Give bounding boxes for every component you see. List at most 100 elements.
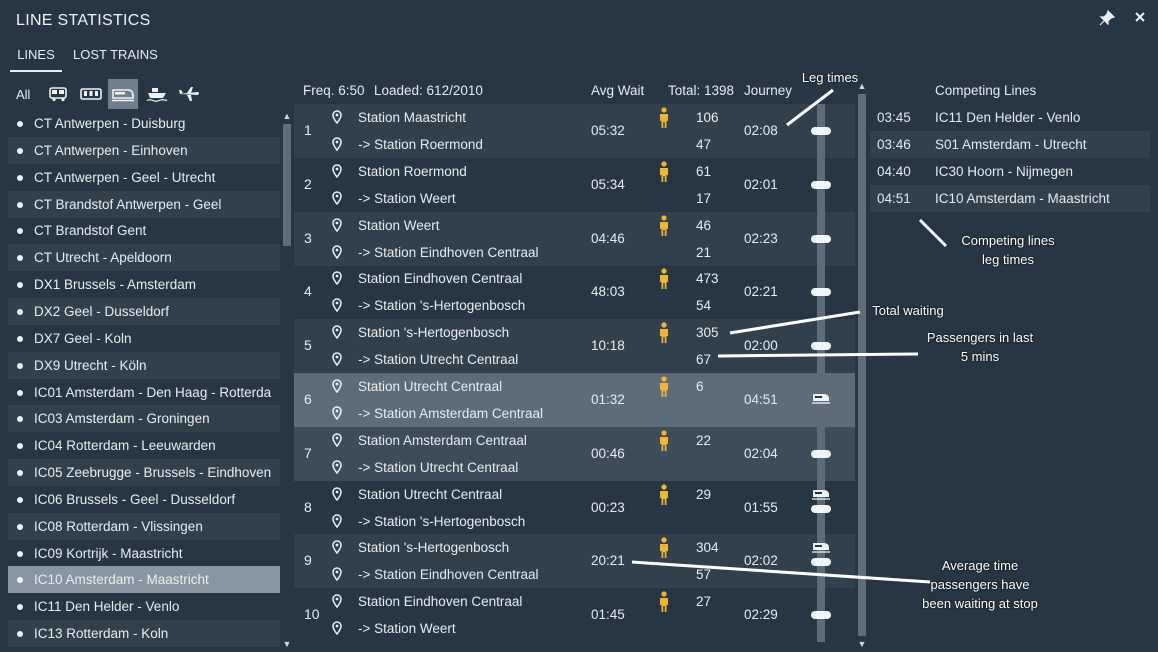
line-name: IC03 Amsterdam - Groningen [34, 411, 210, 427]
line-item[interactable]: CT Brandstof Gent [8, 217, 280, 244]
line-item[interactable]: IC06 Brussels - Geel - Dusseldorf [8, 486, 280, 513]
total-waiting-value: 106 [696, 110, 719, 125]
bullet-icon [17, 389, 23, 396]
stop-to: -> Station Eindhoven Centraal [358, 244, 539, 260]
avg-wait-value: 01:32 [591, 392, 625, 407]
stop-row[interactable]: 9 Station 's-Hertogenbosch -> Station Eind… [294, 534, 855, 589]
line-item[interactable]: DX1 Brussels - Amsterdam [8, 271, 280, 298]
train-icon[interactable] [108, 79, 138, 109]
competing-line-row[interactable]: 04:51 IC10 Amsterdam - Maastricht [870, 185, 1150, 212]
stop-from: Station Utrecht Centraal [358, 379, 503, 394]
avg-wait-value: 05:34 [591, 176, 625, 192]
line-name: IC13 Rotterdam - Koln [34, 626, 169, 642]
annotation-avg-2: passengers have [930, 577, 1030, 592]
journey-time-value: 02:23 [744, 230, 778, 246]
plane-icon[interactable] [174, 79, 204, 109]
stop-number: 9 [304, 552, 312, 569]
avg-wait-value: 01:45 [591, 607, 625, 623]
stop-from: Station Roermond [358, 163, 467, 179]
scroll-up-icon[interactable]: ▲ [281, 110, 293, 122]
competing-line-row[interactable]: 03:46 S01 Amsterdam - Utrecht [870, 131, 1150, 158]
line-item[interactable]: DX7 Geel - Koln [8, 325, 280, 352]
annotation-recent-2: 5 mins [960, 349, 1000, 364]
train-icon [812, 391, 830, 404]
stop-row[interactable]: 1 Station Maastricht -> Station Roermond 05… [294, 104, 855, 158]
journey-time-value: 02:08 [744, 123, 778, 138]
line-item[interactable]: CT Antwerpen - Einhoven [8, 136, 280, 164]
line-name: CT Antwerpen - Geel - Utrecht [34, 169, 216, 185]
total-waiting-value: 29 [696, 486, 712, 502]
stop-row[interactable]: 8 Station Utrecht Centraal -> Station 's-H… [294, 480, 855, 535]
filter-all[interactable]: All [16, 87, 30, 102]
bus-icon[interactable] [44, 79, 74, 109]
location-pin-icon [332, 379, 342, 394]
stop-to: -> Station Roermond [358, 137, 483, 152]
tram-icon[interactable] [76, 79, 106, 109]
line-statistics-window: LINE STATISTICS LINES LOST TRAINS All CT… [0, 0, 1158, 652]
line-item[interactable]: IC08 Rotterdam - Vlissingen [8, 512, 280, 540]
line-item[interactable]: IC13 Rotterdam - Koln [8, 620, 280, 648]
location-pin-icon [332, 110, 342, 125]
line-item[interactable]: DX9 Utrecht - Köln [8, 351, 280, 379]
stop-to: -> Station Amsterdam Centraal [358, 406, 543, 421]
bullet-icon [17, 255, 23, 262]
stop-row[interactable]: 3 Station Weert -> Station Eindhoven Centr… [294, 211, 855, 266]
stop-number: 8 [304, 498, 312, 515]
stop-row[interactable]: 6 Station Utrecht Centraal -> Station Amst… [294, 373, 855, 427]
total-header: Total: 1398 [668, 83, 735, 98]
bullet-icon [17, 362, 23, 369]
competing-line-row[interactable]: 03:45 IC11 Den Helder - Venlo [870, 104, 1150, 131]
line-item[interactable]: IC05 Zeebrugge - Brussels - Eindhoven [8, 459, 280, 487]
scroll-down-icon[interactable]: ▼ [856, 638, 868, 650]
scrollbar-thumb[interactable] [858, 94, 866, 636]
stop-from: Station 's-Hertogenbosch [358, 540, 510, 556]
window-title: LINE STATISTICS [16, 12, 151, 29]
line-item[interactable]: IC01 Amsterdam - Den Haag - Rotterda [8, 379, 280, 406]
line-item[interactable]: CT Brandstof Antwerpen - Geel [8, 190, 280, 218]
close-icon[interactable] [1130, 10, 1150, 30]
avg-wait-value: 10:18 [591, 338, 625, 354]
bullet-icon [17, 335, 23, 342]
location-pin-icon [332, 352, 342, 367]
stop-row[interactable]: 10 Station Eindhoven Centraal -> Station W… [294, 588, 855, 643]
stop-to: -> Station Utrecht Centraal [358, 459, 519, 475]
line-item[interactable]: DX2 Geel - Dusseldorf [8, 297, 280, 325]
stop-row[interactable]: 4 Station Eindhoven Centraal -> Station 's… [294, 265, 855, 320]
line-item[interactable]: IC11 Den Helder - Venlo [8, 593, 280, 620]
train-icon [812, 540, 830, 553]
pin-icon[interactable] [1097, 9, 1117, 30]
line-item[interactable]: IC10 Amsterdam - Maastricht [8, 566, 280, 594]
journey-time-value: 02:02 [744, 553, 778, 569]
bullet-icon [17, 443, 23, 450]
line-list-scrollbar[interactable]: ▲ ▼ [281, 110, 293, 652]
title-bar: LINE STATISTICS [0, 0, 1158, 40]
location-pin-icon [332, 513, 342, 528]
line-item[interactable]: CT Utrecht - Apeldoorn [8, 244, 280, 272]
stop-number: 3 [304, 229, 312, 246]
tab-lost-trains[interactable]: LOST TRAINS [73, 44, 158, 70]
line-name: IC06 Brussels - Geel - Dusseldorf [34, 491, 236, 507]
line-item[interactable]: IC04 Rotterdam - Leeuwarden [8, 432, 280, 459]
avg-wait-value: 48:03 [591, 284, 625, 300]
stop-list-scrollbar[interactable]: ▲ ▼ [855, 78, 869, 652]
competing-line-row[interactable]: 04:40 IC30 Hoorn - Nijmegen [870, 158, 1150, 185]
avg-wait-value: 05:32 [591, 123, 625, 138]
line-item[interactable]: IC03 Amsterdam - Groningen [8, 405, 280, 433]
person-icon [658, 107, 670, 129]
stop-row[interactable]: 2 Station Roermond -> Station Weert 05:34 61… [294, 157, 855, 212]
line-item[interactable]: IC09 Kortrijk - Maastricht [8, 540, 280, 567]
scroll-down-icon[interactable]: ▼ [281, 638, 293, 650]
line-item[interactable]: CT Antwerpen - Geel - Utrecht [8, 164, 280, 191]
annotation-recent-1: Passengers in last [926, 330, 1034, 345]
tab-lines[interactable]: LINES [10, 44, 62, 72]
competing-line-name: IC11 Den Helder - Venlo [935, 110, 1081, 125]
total-waiting-value: 27 [696, 594, 712, 610]
competing-leg-time: 04:51 [877, 191, 911, 206]
line-item[interactable]: CT Antwerpen - Duisburg [8, 110, 280, 137]
competing-lines-header: Competing Lines [935, 83, 1037, 98]
ship-icon[interactable] [142, 79, 172, 109]
stop-row[interactable]: 7 Station Amsterdam Centraal -> Station Ut… [294, 426, 855, 481]
scrollbar-thumb[interactable] [283, 124, 291, 246]
location-pin-icon [332, 567, 342, 582]
stop-row[interactable]: 5 Station 's-Hertogenbosch -> Station Utre… [294, 319, 855, 374]
